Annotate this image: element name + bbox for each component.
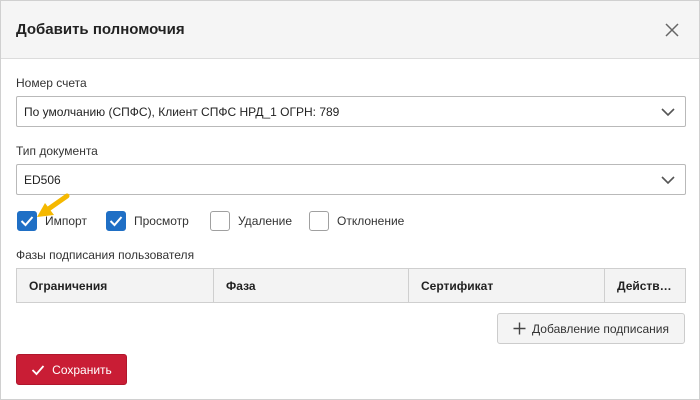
signing-phases-label: Фазы подписания пользователя	[16, 248, 195, 262]
checkbox-box[interactable]	[17, 211, 37, 231]
account-label: Номер счета	[16, 76, 87, 90]
save-button-label: Сохранить	[52, 362, 112, 377]
plus-icon	[513, 322, 526, 335]
dialog-title: Добавить полномочия	[16, 21, 185, 38]
signing-phases-table: Ограничения Фаза Сертификат Действ…	[16, 268, 686, 303]
checkbox-delete[interactable]: Удаление	[210, 210, 292, 232]
checkbox-label: Удаление	[238, 214, 293, 228]
checkbox-box[interactable]	[210, 211, 230, 231]
checkbox-import[interactable]: Импорт	[17, 210, 87, 232]
chevron-down-icon	[661, 108, 675, 117]
doc-type-select-value: ED506	[24, 173, 61, 187]
close-icon	[665, 23, 679, 37]
column-header-certificate[interactable]: Сертификат	[409, 269, 605, 302]
check-icon	[109, 216, 123, 227]
close-button[interactable]	[659, 17, 685, 43]
doc-type-label: Тип документа	[16, 144, 98, 158]
checkbox-label: Отклонение	[337, 214, 405, 228]
account-select[interactable]: По умолчанию (СПФС), Клиент СПФС НРД_1 О…	[16, 96, 686, 127]
column-header-phase[interactable]: Фаза	[214, 269, 409, 302]
checkbox-box[interactable]	[309, 211, 329, 231]
checkbox-box[interactable]	[106, 211, 126, 231]
column-header-restrictions[interactable]: Ограничения	[17, 269, 214, 302]
save-button[interactable]: Сохранить	[16, 354, 127, 385]
account-select-value: По умолчанию (СПФС), Клиент СПФС НРД_1 О…	[24, 105, 340, 119]
check-icon	[20, 216, 34, 227]
add-signing-button[interactable]: Добавление подписания	[497, 313, 685, 344]
checkbox-label: Просмотр	[134, 214, 189, 228]
checkbox-label: Импорт	[45, 214, 87, 228]
doc-type-select[interactable]: ED506	[16, 164, 686, 195]
add-signing-button-label: Добавление подписания	[532, 321, 669, 336]
check-icon	[32, 364, 45, 375]
dialog-header: Добавить полномочия	[1, 1, 699, 59]
checkbox-reject[interactable]: Отклонение	[309, 210, 404, 232]
chevron-down-icon	[661, 176, 675, 185]
checkbox-view[interactable]: Просмотр	[106, 210, 189, 232]
add-permissions-dialog: Добавить полномочия Номер счета По умолч…	[0, 0, 700, 400]
column-header-actions[interactable]: Действ…	[605, 269, 685, 302]
